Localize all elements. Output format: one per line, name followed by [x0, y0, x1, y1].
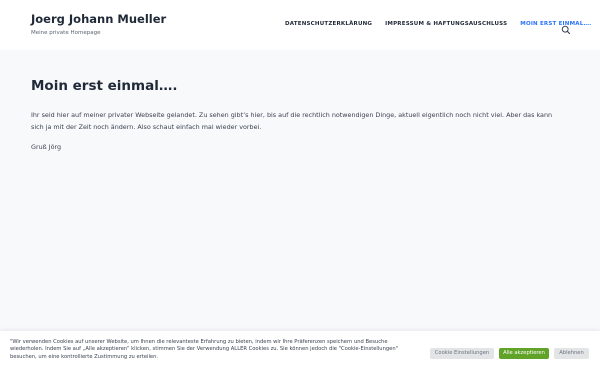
nav-item-moin[interactable]: MOIN ERST EINMAL…. — [520, 21, 591, 27]
site-tagline: Meine private Homepage — [31, 30, 101, 36]
cookie-settings-button[interactable]: Cookie Einstellungen — [430, 348, 494, 359]
main-navigation: DATENSCHUTZERKLÄRUNG IMPRESSUM & HAFTUNG… — [285, 21, 591, 27]
reject-button[interactable]: Ablehnen — [554, 348, 589, 359]
intro-paragraph: Ihr seid hier auf meiner privater Websei… — [31, 111, 553, 131]
site-header: Joerg Johann Mueller Meine private Homep… — [0, 0, 600, 50]
page-title: Moin erst einmal…. — [31, 78, 178, 94]
cookie-notice-text: "Wir verwenden Cookies auf unserer Websi… — [10, 339, 399, 360]
search-icon[interactable] — [561, 20, 571, 35]
nav-item-impressum[interactable]: IMPRESSUM & HAFTUNGSAUSCHLUSS — [385, 21, 507, 27]
nav-item-datenschutz[interactable]: DATENSCHUTZERKLÄRUNG — [285, 21, 372, 27]
signoff-text: Gruß Jörg — [31, 143, 62, 151]
site-title[interactable]: Joerg Johann Mueller — [31, 12, 166, 26]
accept-all-button[interactable]: Alle akzeptieren — [499, 348, 549, 359]
